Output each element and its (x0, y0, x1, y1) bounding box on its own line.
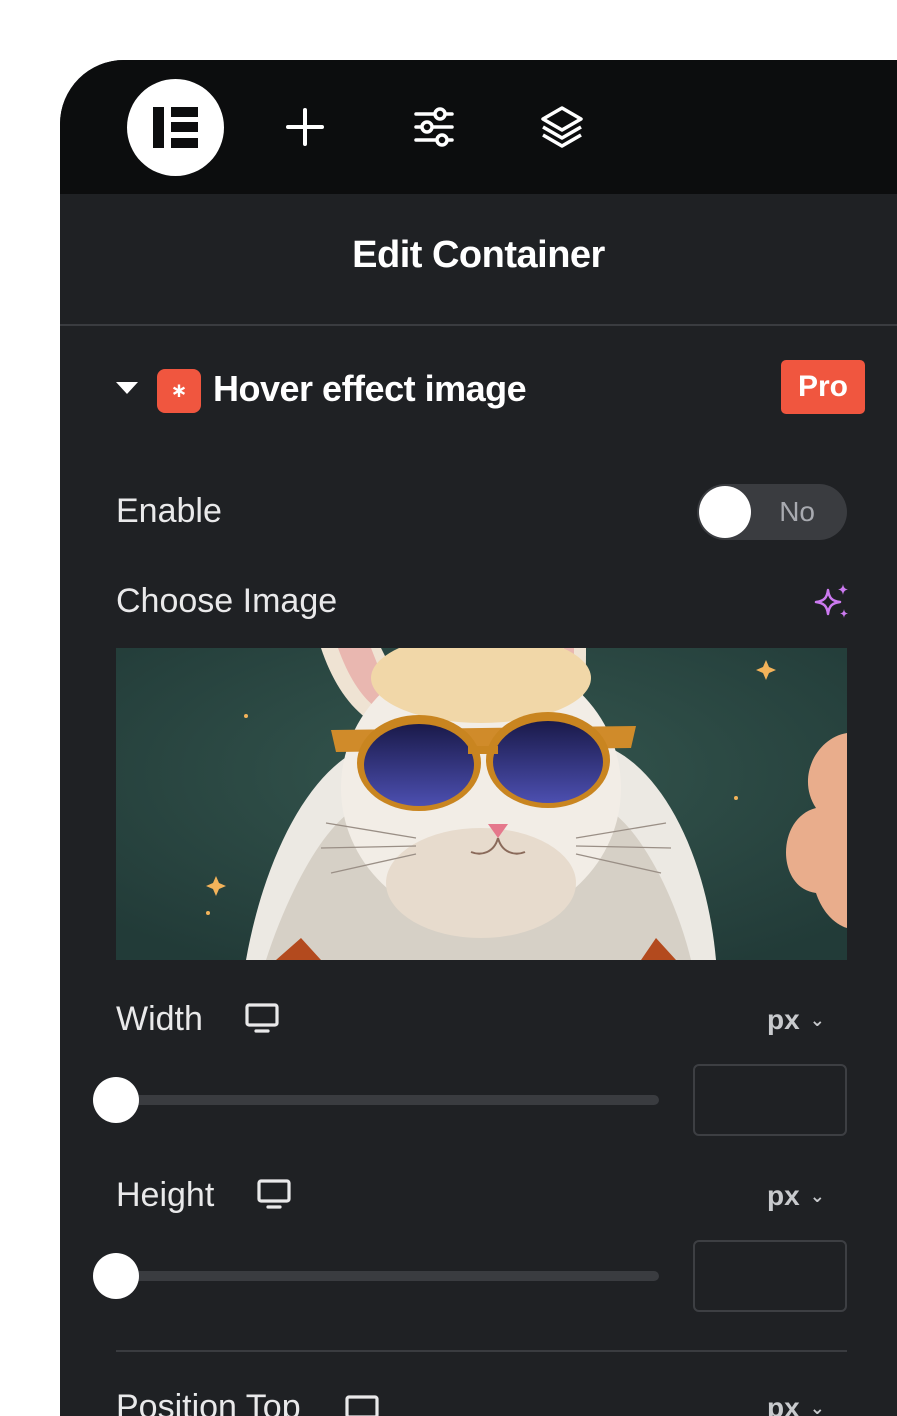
caret-down-icon[interactable] (116, 382, 138, 394)
width-unit: px (767, 1004, 800, 1035)
divider (116, 1350, 847, 1352)
enable-toggle[interactable]: No (697, 484, 847, 540)
desktop-icon[interactable] (344, 1394, 380, 1416)
section-header-hover-effect[interactable]: ∗ Hover effect image Pro (116, 360, 865, 420)
position-top-unit: px (767, 1392, 800, 1416)
add-icon[interactable] (280, 102, 330, 152)
width-label: Width (116, 1000, 203, 1038)
chevron-down-icon: ⌄ (809, 1186, 825, 1206)
desktop-icon[interactable] (256, 1178, 292, 1210)
toggle-knob (699, 486, 751, 538)
chevron-down-icon: ⌄ (809, 1010, 825, 1030)
pro-badge: Pro (781, 360, 865, 414)
image-preview[interactable] (116, 648, 847, 960)
top-toolbar (60, 60, 897, 194)
height-unit-select[interactable]: px ⌄ (767, 1180, 825, 1212)
height-slider-thumb[interactable] (93, 1253, 139, 1299)
position-top-label: Position Top (116, 1388, 301, 1416)
enable-label: Enable (116, 492, 222, 530)
width-slider-track[interactable] (116, 1095, 659, 1105)
editor-panel: Edit Container ∗ Hover effect image Pro … (60, 60, 897, 1416)
elementor-logo-icon[interactable] (127, 79, 224, 176)
toggle-text: No (779, 496, 815, 527)
width-input[interactable] (693, 1064, 847, 1136)
choose-image-label: Choose Image (116, 582, 338, 620)
settings-sliders-icon[interactable] (409, 102, 459, 152)
height-unit: px (767, 1180, 800, 1211)
desktop-icon[interactable] (244, 1002, 280, 1034)
plugin-icon: ∗ (157, 369, 201, 413)
width-slider-thumb[interactable] (93, 1077, 139, 1123)
section-title: Hover effect image (213, 368, 527, 409)
ai-sparkle-icon[interactable] (812, 582, 852, 622)
height-slider-track[interactable] (116, 1271, 659, 1281)
position-top-unit-select[interactable]: px ⌄ (767, 1392, 825, 1416)
width-unit-select[interactable]: px ⌄ (767, 1004, 825, 1036)
height-input[interactable] (693, 1240, 847, 1312)
chevron-down-icon: ⌄ (809, 1398, 825, 1416)
layers-icon[interactable] (537, 102, 587, 152)
panel-header: Edit Container (60, 194, 897, 326)
height-label: Height (116, 1176, 215, 1214)
page-title: Edit Container (352, 234, 605, 276)
